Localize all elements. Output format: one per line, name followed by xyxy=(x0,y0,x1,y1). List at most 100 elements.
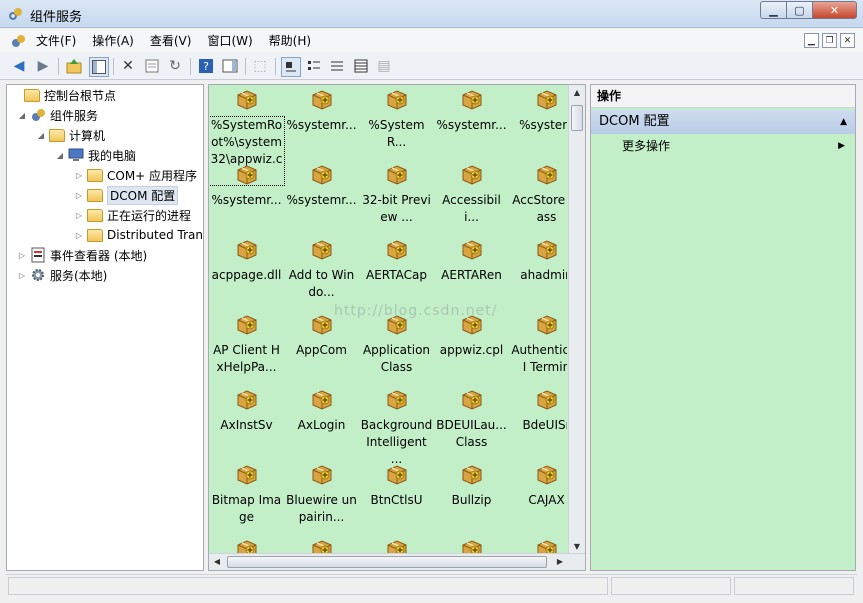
dcom-item[interactable]: Bullzip xyxy=(434,462,509,509)
tree-node-distributed-transaction[interactable]: ▷ Distributed Tran xyxy=(74,226,203,244)
back-icon[interactable]: ◀ xyxy=(10,57,28,75)
dcom-item[interactable]: %systemr... xyxy=(284,87,359,134)
dcom-item[interactable]: Add to Windo... xyxy=(284,237,359,301)
dcom-item[interactable]: Authentic UI Termin xyxy=(509,312,567,376)
dcom-item-label: Bluewire unpairin... xyxy=(286,493,357,524)
export-list-icon[interactable]: ▤ xyxy=(375,57,393,75)
horizontal-scrollbar[interactable]: ◀ ▶ xyxy=(209,553,585,570)
com-component-package-icon xyxy=(235,462,259,486)
dcom-item[interactable]: BtnCtlsU xyxy=(359,462,434,509)
dcom-item[interactable]: Background Intelligent ... xyxy=(359,387,434,468)
menu-window[interactable]: 窗口(W) xyxy=(199,33,260,50)
dcom-item[interactable]: AccStore Class xyxy=(509,162,567,226)
mdi-close-button[interactable]: ✕ xyxy=(840,33,855,48)
actions-group-dcom-config[interactable]: DCOM 配置 ▲ xyxy=(591,110,855,134)
dcom-item[interactable]: Accessibili... xyxy=(434,162,509,226)
menu-file[interactable]: 文件(F) xyxy=(28,33,84,50)
dcom-item[interactable]: AxInstSv xyxy=(209,387,284,434)
horizontal-scroll-thumb[interactable] xyxy=(227,556,547,568)
tree-node-computers[interactable]: ◢ 计算机 xyxy=(36,126,105,144)
large-icons-view-icon[interactable] xyxy=(281,57,301,77)
expand-icon[interactable]: ▷ xyxy=(17,251,27,260)
forward-icon[interactable]: ▶ xyxy=(34,57,52,75)
scroll-right-icon[interactable]: ▶ xyxy=(552,554,568,570)
dcom-item[interactable]: %systemr... xyxy=(209,162,284,209)
dcom-item[interactable]: %systemr... xyxy=(284,162,359,209)
tree-node-my-computer[interactable]: ◢ 我的电脑 xyxy=(55,146,136,164)
up-level-icon[interactable] xyxy=(65,57,83,75)
collapse-icon[interactable]: ◢ xyxy=(36,131,46,140)
mdi-minimize-button[interactable]: ▁ xyxy=(804,33,819,48)
dcom-item[interactable]: AERTARen xyxy=(434,237,509,284)
list-view-icon[interactable] xyxy=(328,57,346,75)
collapse-icon[interactable]: ◢ xyxy=(17,111,27,120)
com-component-package-icon xyxy=(535,387,559,411)
dcom-item-label: AERTARen xyxy=(441,268,502,282)
show-hide-tree-icon[interactable] xyxy=(89,57,109,77)
collapse-icon[interactable]: ◢ xyxy=(55,151,65,160)
help-icon[interactable]: ? xyxy=(197,57,215,75)
dcom-item[interactable]: Bluewire unpairin... xyxy=(284,462,359,526)
tree-node-services-local[interactable]: ▷ 服务(本地) xyxy=(17,266,107,284)
component-services-icon xyxy=(9,8,22,20)
expand-icon[interactable]: ▷ xyxy=(74,211,84,220)
expand-icon[interactable]: ▷ xyxy=(74,171,84,180)
component-services-icon xyxy=(32,109,45,121)
new-window-icon[interactable]: ⬚ xyxy=(251,57,269,75)
dcom-item-label: Accessibili... xyxy=(442,193,501,224)
expand-icon[interactable]: ▷ xyxy=(74,191,84,200)
show-hide-action-pane-icon[interactable] xyxy=(221,57,239,75)
tree-node-component-services[interactable]: ◢ 组件服务 xyxy=(17,106,98,124)
vertical-scroll-thumb[interactable] xyxy=(571,105,583,131)
dcom-item[interactable]: BDEUILau... Class xyxy=(434,387,509,451)
menu-view[interactable]: 查看(V) xyxy=(142,33,200,50)
menu-action[interactable]: 操作(A) xyxy=(84,33,142,50)
minimize-button[interactable]: ▁ xyxy=(760,1,786,19)
dcom-item[interactable]: AP Client HxHelpPa... xyxy=(209,312,284,376)
delete-icon[interactable]: ✕ xyxy=(119,57,137,75)
collapse-up-icon[interactable]: ▲ xyxy=(840,110,847,134)
dcom-item[interactable]: BdeUISr xyxy=(509,387,567,434)
mdi-restore-button[interactable]: ❐ xyxy=(822,33,837,48)
details-view-icon[interactable] xyxy=(352,57,370,75)
com-component-package-icon xyxy=(460,387,484,411)
dcom-item[interactable]: acppage.dll xyxy=(209,237,284,284)
expand-icon[interactable]: ▷ xyxy=(74,231,84,240)
dcom-item[interactable]: %systemr... xyxy=(434,87,509,134)
more-actions-item[interactable]: 更多操作 ▶ xyxy=(591,134,855,158)
dcom-item[interactable]: %system xyxy=(509,87,567,134)
dcom-item[interactable]: ahadmin xyxy=(509,237,567,284)
properties-icon[interactable] xyxy=(143,57,161,75)
dcom-item[interactable]: appwiz.cpl xyxy=(434,312,509,359)
dcom-item[interactable]: %SystemR... xyxy=(359,87,434,151)
tree-node-event-viewer[interactable]: ▷ 事件查看器 (本地) xyxy=(17,246,147,264)
tree-node-console-root[interactable]: 控制台根节点 xyxy=(11,86,116,104)
more-actions-label: 更多操作 xyxy=(622,139,671,153)
scroll-up-icon[interactable]: ▲ xyxy=(569,85,585,101)
close-button[interactable]: ✕ xyxy=(812,1,857,19)
dcom-item-label: AppCom xyxy=(296,343,347,357)
vertical-scrollbar[interactable]: ▲ ▼ xyxy=(568,85,585,555)
small-icons-view-icon[interactable] xyxy=(305,57,323,75)
dcom-item[interactable]: 32-bit Preview ... xyxy=(359,162,434,226)
tree-node-running-processes[interactable]: ▷ 正在运行的进程 xyxy=(74,206,191,224)
tree-node-com-plus-applications[interactable]: ▷ COM+ 应用程序 xyxy=(74,166,197,184)
com-component-package-icon xyxy=(460,462,484,486)
dcom-item[interactable]: CAJAX xyxy=(509,462,567,509)
refresh-icon[interactable]: ↻ xyxy=(166,57,184,75)
scroll-left-icon[interactable]: ◀ xyxy=(209,554,225,570)
dcom-item-label: Authentic UI Termin xyxy=(511,343,567,374)
expand-icon[interactable]: ▷ xyxy=(17,271,27,280)
dcom-item[interactable]: AERTACap xyxy=(359,237,434,284)
dcom-item[interactable]: AxLogin xyxy=(284,387,359,434)
dcom-item[interactable]: Bitmap Image xyxy=(209,462,284,526)
tree-node-dcom-config[interactable]: ▷ DCOM 配置 xyxy=(74,185,179,205)
maximize-button[interactable]: ▢ xyxy=(786,1,812,19)
dcom-item[interactable]: Application Class xyxy=(359,312,434,376)
menu-help[interactable]: 帮助(H) xyxy=(261,33,319,50)
dcom-item-label: AERTACap xyxy=(365,268,427,282)
dcom-item[interactable]: AppCom xyxy=(284,312,359,359)
dcom-item-label: AxLogin xyxy=(297,418,346,432)
folder-icon xyxy=(87,188,103,202)
dcom-item-label: %systemr... xyxy=(286,118,357,132)
